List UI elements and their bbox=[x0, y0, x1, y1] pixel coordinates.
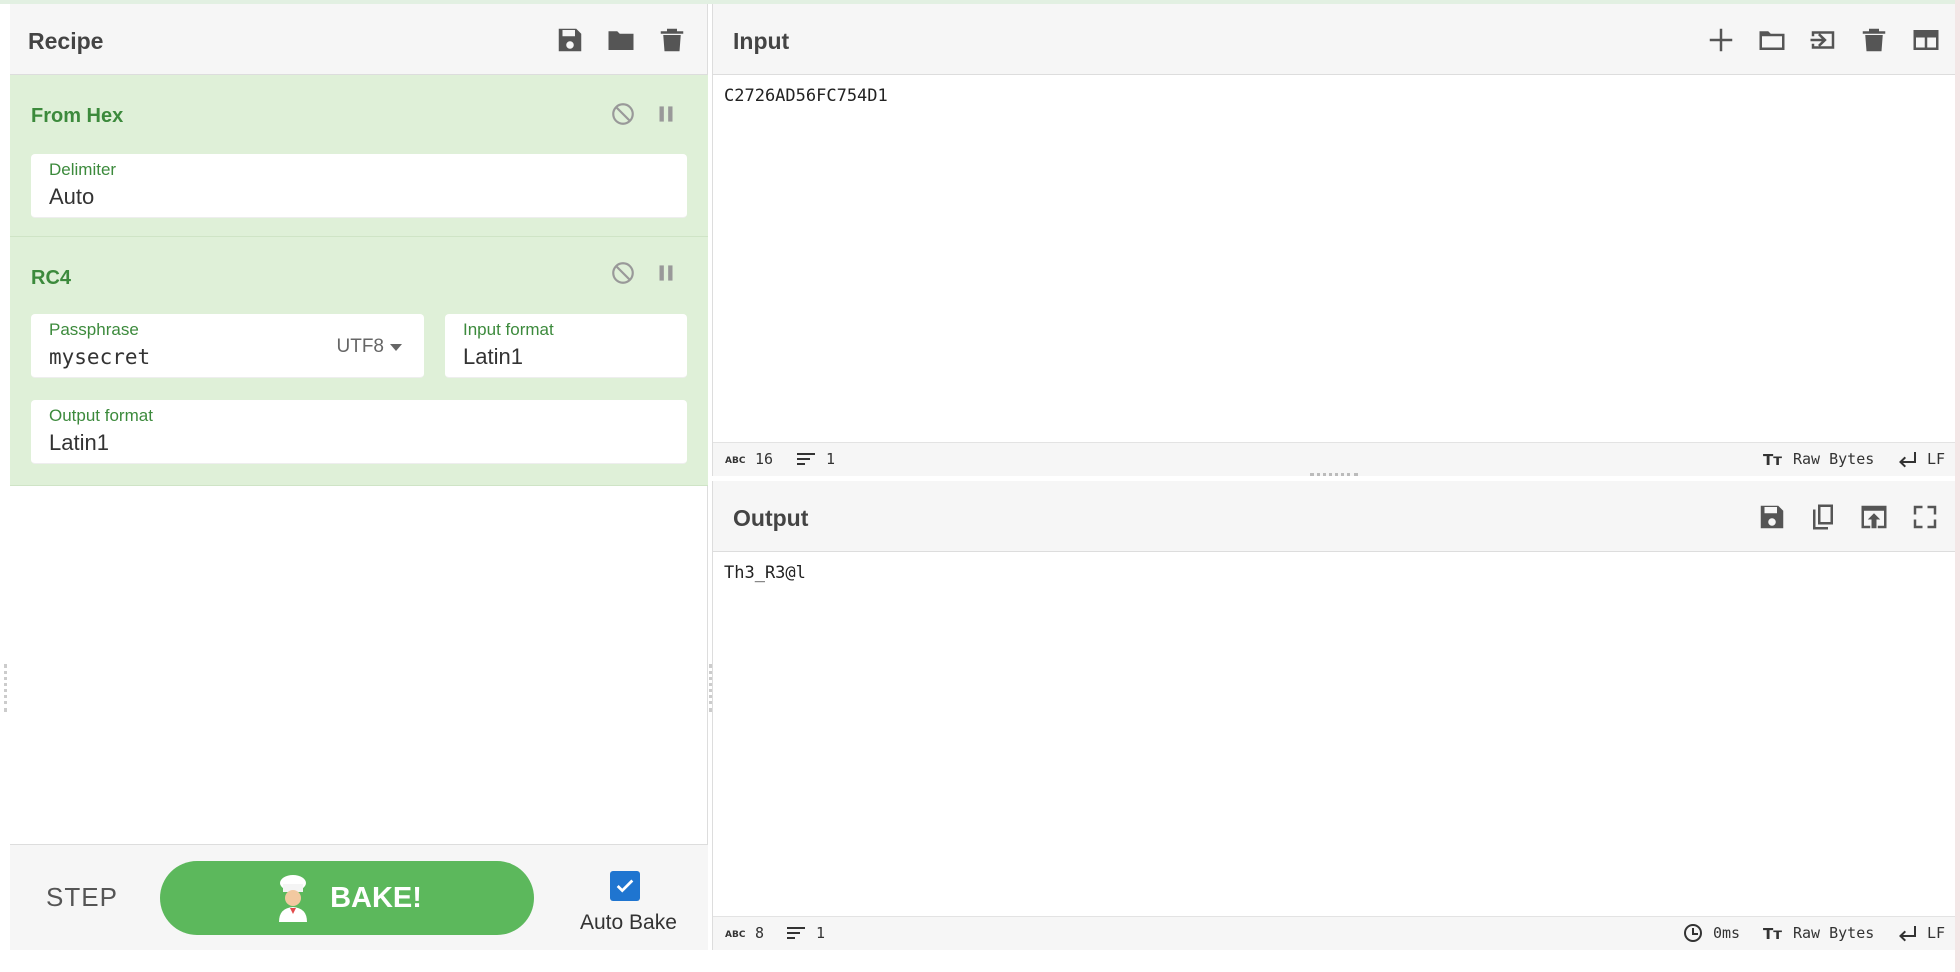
load-recipe-button[interactable] bbox=[601, 20, 641, 60]
left-resize-handle[interactable] bbox=[4, 664, 8, 712]
bake-label: BAKE! bbox=[330, 881, 422, 914]
auto-bake-checkbox[interactable] bbox=[610, 871, 640, 901]
input-encoding-selector[interactable]: Tт Raw Bytes bbox=[1763, 450, 1874, 468]
bake-button[interactable]: BAKE! bbox=[160, 861, 534, 935]
lines-icon bbox=[787, 927, 805, 939]
svg-text:ABC: ABC bbox=[725, 456, 745, 466]
recipe-panel: Recipe From Hex Delimiter Auto RC4 Passp… bbox=[10, 4, 708, 950]
input-status-bar: ABC 16 1 Tт Raw Bytes LF bbox=[713, 442, 1955, 476]
checkmark-icon bbox=[616, 879, 634, 893]
input-panel: Input C2726AD56FC754D1 ABC 16 1 Tт Raw B… bbox=[712, 4, 1955, 476]
fullscreen-icon bbox=[1913, 505, 1937, 529]
save-output-button[interactable] bbox=[1752, 497, 1792, 537]
operation-title: From Hex bbox=[31, 105, 124, 127]
output-format-value: Latin1 bbox=[49, 430, 109, 455]
save-icon bbox=[1760, 505, 1784, 529]
open-file-button[interactable] bbox=[1803, 20, 1843, 60]
lines-icon bbox=[797, 453, 815, 465]
delimiter-value: Auto bbox=[49, 184, 95, 209]
disable-icon bbox=[612, 103, 634, 125]
input-lines: 1 bbox=[796, 450, 835, 468]
pause-operation-button[interactable] bbox=[650, 98, 682, 130]
input-title: Input bbox=[733, 28, 790, 54]
maximise-output-button[interactable] bbox=[1905, 497, 1945, 537]
delimiter-field[interactable]: Delimiter Auto bbox=[31, 154, 687, 218]
operation-from-hex: From Hex Delimiter Auto bbox=[10, 75, 708, 237]
clock-icon bbox=[1684, 924, 1702, 942]
output-format-field[interactable]: Output format Latin1 bbox=[31, 400, 687, 464]
input-eol-selector[interactable]: LF bbox=[1897, 450, 1945, 468]
output-header: Output bbox=[713, 481, 1955, 552]
right-edge-strip bbox=[1955, 0, 1960, 972]
passphrase-field[interactable]: Passphrase mysecret UTF8 bbox=[31, 314, 424, 378]
text-format-icon: Tт bbox=[1763, 925, 1782, 942]
io-resize-handle[interactable] bbox=[1310, 473, 1358, 477]
trash-icon bbox=[1862, 28, 1886, 52]
folder-icon bbox=[608, 31, 634, 50]
auto-bake-label: Auto Bake bbox=[580, 911, 677, 934]
passphrase-encoding-dropdown[interactable]: UTF8 bbox=[336, 336, 402, 358]
output-length: ABC 8 bbox=[725, 924, 765, 942]
step-button[interactable]: STEP bbox=[46, 882, 118, 913]
input-format-value: Latin1 bbox=[463, 344, 523, 369]
delimiter-label: Delimiter bbox=[49, 160, 117, 179]
save-icon bbox=[558, 28, 582, 52]
upload-icon bbox=[1861, 505, 1887, 529]
svg-text:ABC: ABC bbox=[725, 930, 745, 940]
output-encoding-selector[interactable]: Tт Raw Bytes bbox=[1763, 924, 1874, 942]
folder-open-icon bbox=[1759, 31, 1785, 50]
operation-rc4: RC4 Passphrase mysecret UTF8 Input forma… bbox=[10, 237, 708, 486]
abc-icon: ABC bbox=[725, 930, 745, 940]
recipe-header: Recipe bbox=[10, 4, 707, 75]
chef-icon bbox=[279, 875, 308, 922]
input-format-label: Input format bbox=[463, 320, 554, 339]
abc-icon: ABC bbox=[725, 456, 745, 466]
return-icon bbox=[1899, 452, 1916, 468]
save-recipe-button[interactable] bbox=[550, 20, 590, 60]
input-format-field[interactable]: Input format Latin1 bbox=[445, 314, 687, 378]
replace-input-with-output-button[interactable] bbox=[1854, 497, 1894, 537]
copy-icon bbox=[1813, 504, 1833, 530]
text-format-icon: Tт bbox=[1763, 451, 1782, 468]
bake-time: 0ms bbox=[1683, 924, 1740, 942]
pause-icon bbox=[659, 265, 673, 281]
svg-text:Tт: Tт bbox=[1763, 925, 1782, 942]
passphrase-label: Passphrase bbox=[49, 320, 139, 339]
bake-bar: STEP BAKE! Auto Bake bbox=[10, 844, 708, 950]
output-eol-selector[interactable]: LF bbox=[1897, 924, 1945, 942]
input-icon bbox=[1810, 31, 1835, 49]
operation-title: RC4 bbox=[31, 267, 72, 289]
clear-recipe-button[interactable] bbox=[652, 20, 692, 60]
svg-text:Tт: Tт bbox=[1763, 451, 1782, 468]
output-lines: 1 bbox=[786, 924, 825, 942]
encoding-value: UTF8 bbox=[336, 336, 385, 357]
plus-icon bbox=[1709, 28, 1733, 52]
recipe-title: Recipe bbox=[28, 28, 104, 54]
clear-input-button[interactable] bbox=[1854, 20, 1894, 60]
input-length: ABC 16 bbox=[725, 450, 774, 468]
caret-down-icon bbox=[390, 343, 402, 351]
layout-icon bbox=[1913, 30, 1939, 50]
reset-layout-button[interactable] bbox=[1906, 20, 1946, 60]
return-icon bbox=[1899, 926, 1916, 942]
disable-operation-button[interactable] bbox=[607, 98, 639, 130]
add-input-tab-button[interactable] bbox=[1701, 20, 1741, 60]
input-textarea[interactable]: C2726AD56FC754D1 bbox=[724, 86, 888, 106]
output-title: Output bbox=[733, 505, 809, 531]
disable-icon bbox=[612, 262, 634, 284]
trash-icon bbox=[660, 28, 684, 52]
output-textarea[interactable]: Th3_R3@l bbox=[724, 563, 806, 583]
output-panel: Output Th3_R3@l ABC 8 1 0ms Tт Raw Bytes… bbox=[712, 481, 1955, 950]
input-header: Input bbox=[713, 4, 1955, 75]
open-folder-button[interactable] bbox=[1752, 20, 1792, 60]
output-format-label: Output format bbox=[49, 406, 153, 425]
pause-icon bbox=[659, 106, 673, 122]
passphrase-value: mysecret bbox=[49, 345, 151, 369]
pause-operation-button[interactable] bbox=[650, 257, 682, 289]
cyberchef-app: Recipe From Hex Delimiter Auto RC4 Passp… bbox=[0, 0, 1960, 972]
disable-operation-button[interactable] bbox=[607, 257, 639, 289]
output-status-bar: ABC 8 1 0ms Tт Raw Bytes LF bbox=[713, 916, 1955, 950]
copy-output-button[interactable] bbox=[1803, 497, 1843, 537]
